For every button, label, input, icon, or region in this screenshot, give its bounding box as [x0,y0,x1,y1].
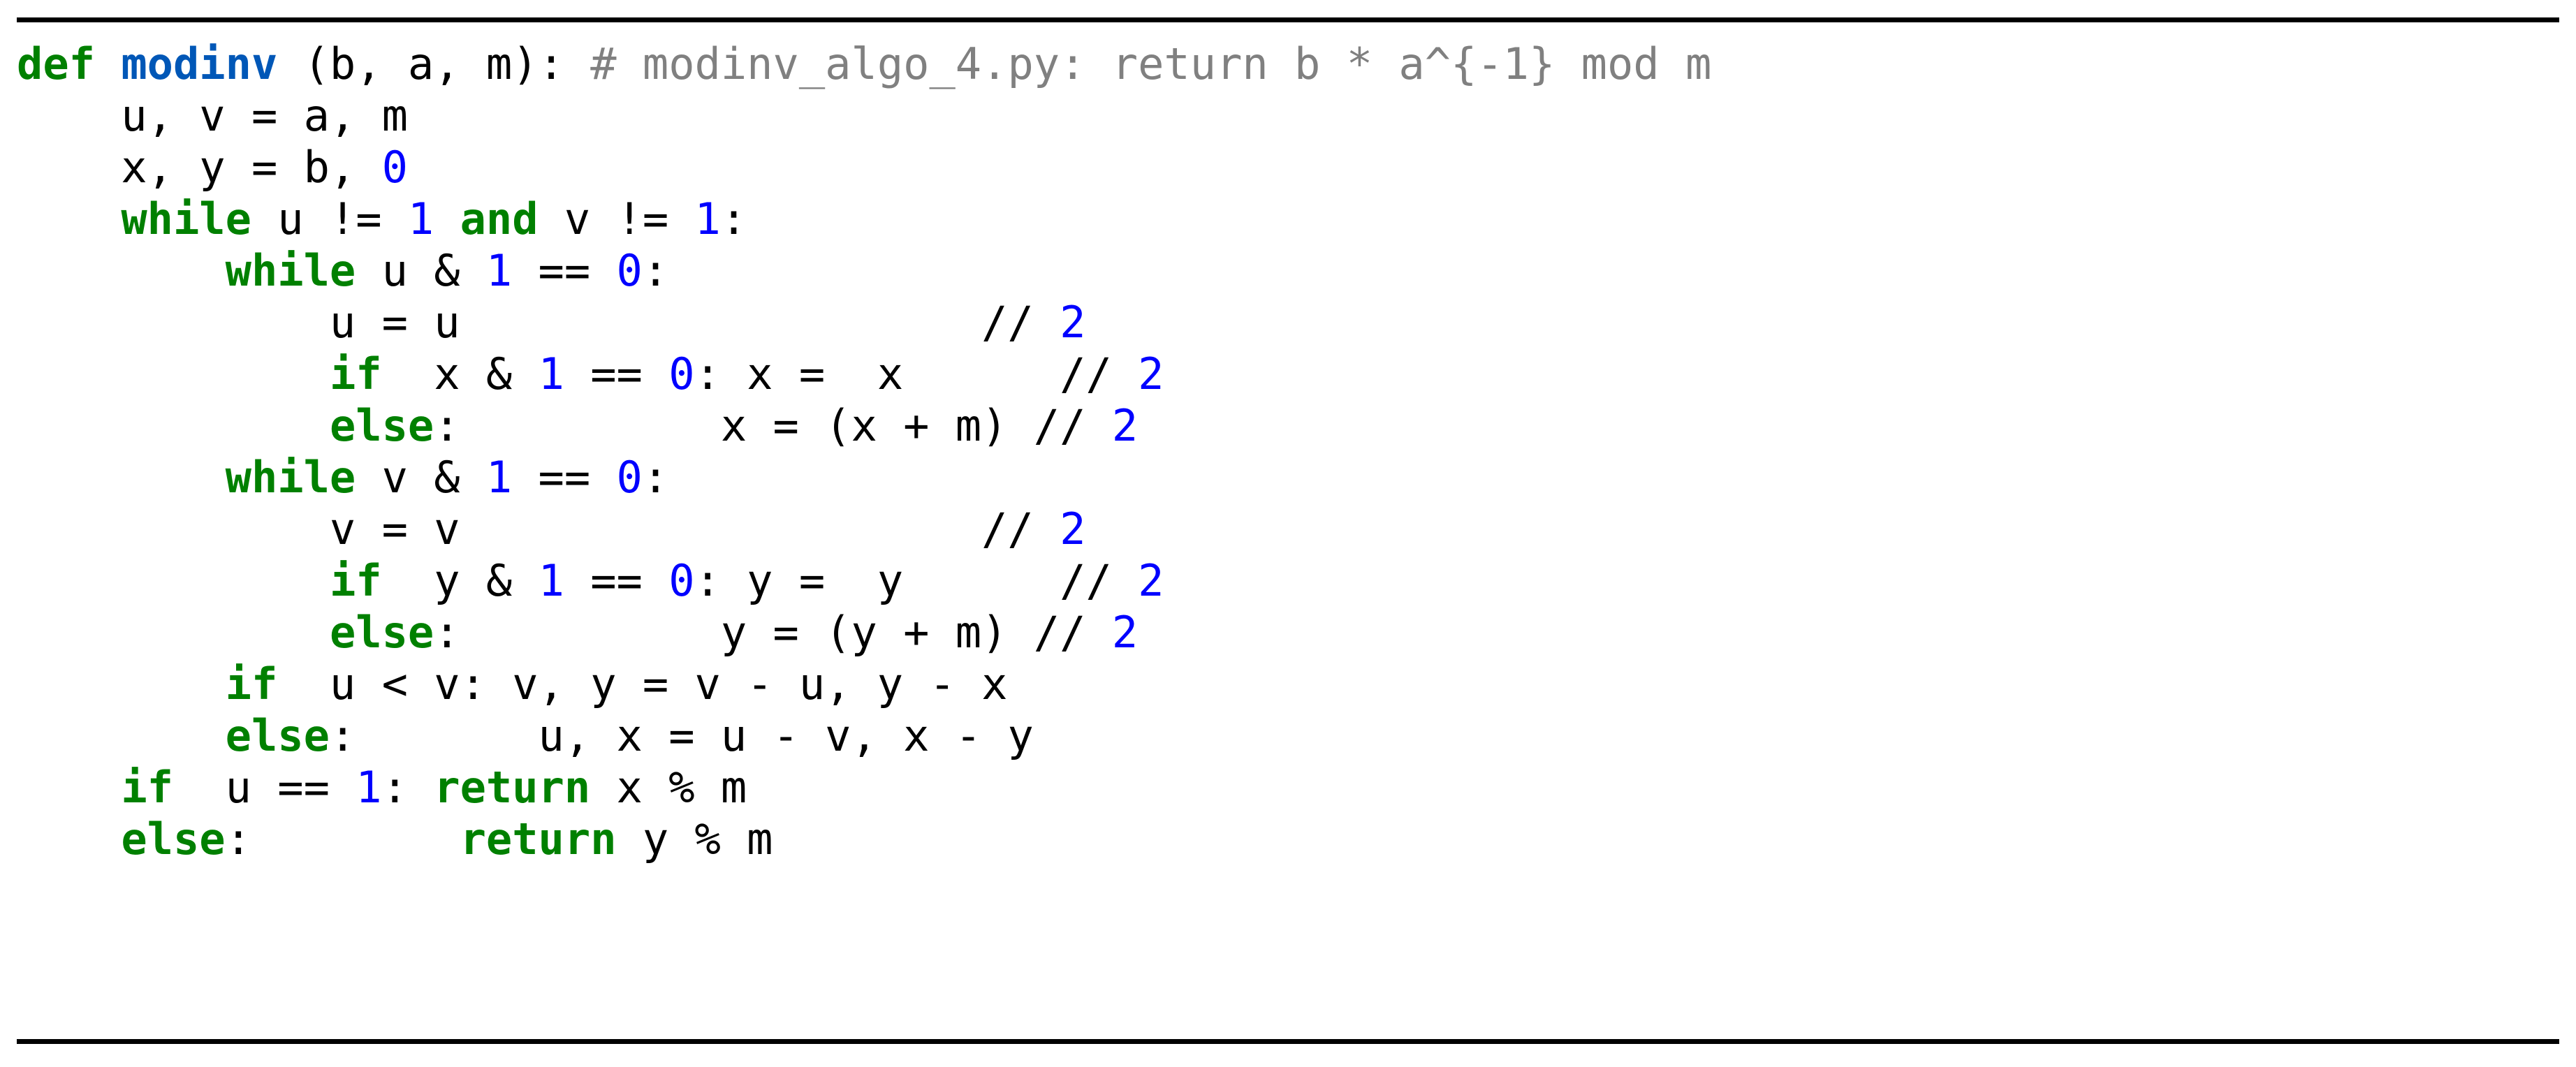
line-1-def-token-0-keyword: def [17,38,95,89]
line-16-else-return-y-token-2-plain: : [225,814,460,864]
line-4-while-outer-token-7-number: 1 [694,193,721,244]
line-3-xy-assign: x, y = b, 0 [17,142,2559,193]
line-9-while-v-even: while v & 1 == 0: [17,452,2559,503]
line-13-if-u-lt-v-token-2-plain: u < v: v, y = v - u, y - x [277,658,1008,709]
figure-top-rule [17,17,2559,22]
figure-bottom-rule [17,1039,2559,1044]
line-1-def: def modinv (b, a, m): # modinv_algo_4.py… [17,38,2559,90]
line-9-while-v-even-token-0-plain [17,452,226,503]
line-15-if-u-eq-1: if u == 1: return x % m [17,762,2559,814]
line-1-def-token-2-name: modinv [121,38,278,89]
line-13-if-u-lt-v: if u < v: v, y = v - u, y - x [17,658,2559,710]
line-3-xy-assign-token-1-number: 0 [381,142,408,193]
line-5-while-u-even-token-4-plain: == [512,245,617,296]
line-7-if-x-even-token-2-plain: x & [381,348,539,399]
line-14-else-swap: else: u, x = u - v, x - y [17,710,2559,762]
line-7-if-x-even-token-6-plain: : x = x // [694,348,1139,399]
line-12-else-y-token-1-keyword: else [329,607,434,658]
line-14-else-swap-token-1-keyword: else [225,710,330,761]
line-6-u-halve-token-0-plain: u = u // [17,297,1060,348]
line-7-if-x-even-token-4-plain: == [564,348,669,399]
line-7-if-x-even-token-0-plain [17,348,330,399]
line-11-if-y-even-token-0-plain [17,555,330,606]
line-11-if-y-even-token-7-number: 2 [1138,555,1164,606]
line-15-if-u-eq-1-token-0-plain [17,762,121,813]
line-16-else-return-y-token-0-plain [17,814,121,864]
line-15-if-u-eq-1-token-4-plain: : [381,762,434,813]
line-11-if-y-even-token-1-keyword: if [329,555,382,606]
line-4-while-outer-token-1-keyword: while [121,193,251,244]
line-8-else-x-token-0-plain [17,400,330,451]
line-15-if-u-eq-1-token-2-plain: u == [173,762,356,813]
line-9-while-v-even-token-1-keyword: while [225,452,356,503]
line-10-v-halve-token-1-number: 2 [1060,503,1086,554]
line-14-else-swap-token-0-plain [17,710,226,761]
code-block: def modinv (b, a, m): # modinv_algo_4.py… [17,38,2559,865]
line-9-while-v-even-token-4-plain: == [512,452,617,503]
line-4-while-outer: while u != 1 and v != 1: [17,193,2559,245]
line-1-def-token-3-plain: (b, a, m): [277,38,591,89]
line-15-if-u-eq-1-token-1-keyword: if [121,762,173,813]
line-16-else-return-y-token-3-keyword: return [460,814,617,864]
line-5-while-u-even-token-1-keyword: while [225,245,356,296]
line-4-while-outer-token-2-plain: u != [251,193,408,244]
line-7-if-x-even-token-3-number: 1 [538,348,564,399]
line-11-if-y-even-token-6-plain: : y = y // [694,555,1139,606]
line-11-if-y-even-token-5-number: 0 [668,555,695,606]
line-1-def-token-1-plain [95,38,121,89]
line-1-def-token-4-comment: # modinv_algo_4.py: return b * a^{-1} mo… [590,38,1712,89]
line-6-u-halve: u = u // 2 [17,297,2559,348]
line-10-v-halve: v = v // 2 [17,503,2559,555]
line-5-while-u-even-token-2-plain: u & [356,245,486,296]
line-3-xy-assign-token-0-plain: x, y = b, [17,142,382,193]
line-16-else-return-y: else: return y % m [17,814,2559,865]
line-4-while-outer-token-4-plain [434,193,460,244]
line-2-uv-assign: u, v = a, m [17,90,2559,142]
line-9-while-v-even-token-3-number: 1 [485,452,513,503]
line-10-v-halve-token-0-plain: v = v // [17,503,1060,554]
line-5-while-u-even-token-5-number: 0 [616,245,643,296]
line-4-while-outer-token-3-number: 1 [407,193,434,244]
line-8-else-x-token-2-plain: : x = (x + m) // [434,400,1112,451]
line-16-else-return-y-token-1-keyword: else [121,814,226,864]
line-7-if-x-even-token-1-keyword: if [329,348,382,399]
line-12-else-y-token-2-plain: : y = (y + m) // [434,607,1112,658]
line-12-else-y-token-0-plain [17,607,330,658]
line-5-while-u-even-token-0-plain [17,245,226,296]
code-listing-figure: def modinv (b, a, m): # modinv_algo_4.py… [0,0,2576,1067]
line-7-if-x-even-token-5-number: 0 [668,348,695,399]
line-6-u-halve-token-1-number: 2 [1060,297,1086,348]
line-15-if-u-eq-1-token-6-plain: x % m [590,762,747,813]
line-5-while-u-even-token-3-number: 1 [485,245,513,296]
line-2-uv-assign-token-0-plain: u, v = a, m [17,90,408,141]
line-13-if-u-lt-v-token-0-plain [17,658,226,709]
line-11-if-y-even: if y & 1 == 0: y = y // 2 [17,555,2559,607]
line-8-else-x-token-3-number: 2 [1111,400,1139,451]
line-16-else-return-y-token-4-plain: y % m [616,814,773,864]
line-11-if-y-even-token-4-plain: == [564,555,669,606]
line-5-while-u-even: while u & 1 == 0: [17,245,2559,297]
line-4-while-outer-token-8-plain: : [720,193,747,244]
line-11-if-y-even-token-3-number: 1 [538,555,564,606]
line-7-if-x-even: if x & 1 == 0: x = x // 2 [17,348,2559,400]
line-9-while-v-even-token-5-number: 0 [616,452,643,503]
line-4-while-outer-token-5-keyword: and [460,193,539,244]
line-15-if-u-eq-1-token-3-number: 1 [356,762,382,813]
line-9-while-v-even-token-2-plain: v & [356,452,486,503]
line-13-if-u-lt-v-token-1-keyword: if [225,658,278,709]
line-14-else-swap-token-2-plain: : u, x = u - v, x - y [329,710,1034,761]
line-4-while-outer-token-6-plain: v != [538,193,695,244]
line-12-else-y-token-3-number: 2 [1111,607,1139,658]
line-11-if-y-even-token-2-plain: y & [381,555,539,606]
line-4-while-outer-token-0-plain [17,193,121,244]
line-8-else-x: else: x = (x + m) // 2 [17,400,2559,452]
line-5-while-u-even-token-6-plain: : [642,245,669,296]
line-7-if-x-even-token-7-number: 2 [1138,348,1164,399]
line-8-else-x-token-1-keyword: else [329,400,434,451]
line-15-if-u-eq-1-token-5-keyword: return [434,762,591,813]
line-9-while-v-even-token-6-plain: : [642,452,669,503]
line-12-else-y: else: y = (y + m) // 2 [17,607,2559,658]
